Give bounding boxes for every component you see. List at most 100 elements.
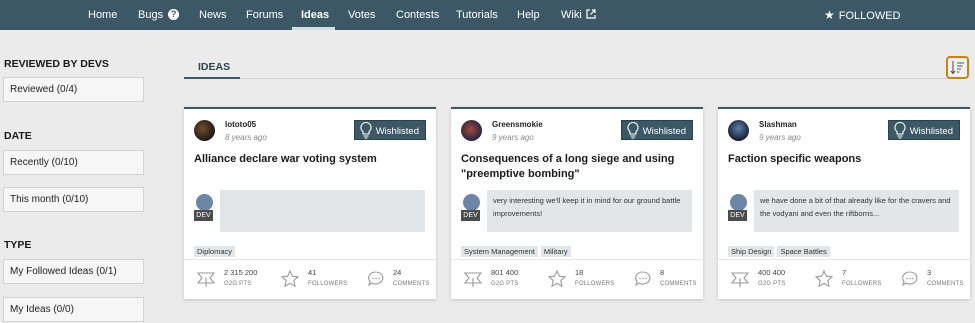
filter-reviewed[interactable]: Reviewed (0/4) [3, 77, 144, 102]
dev-badge: DEV [194, 210, 213, 221]
followers-value: 18 [575, 268, 584, 277]
g2g-points-icon [196, 272, 216, 287]
tag-list: System Management Military [461, 241, 574, 259]
followers-label: FOLLOWERS [575, 281, 615, 287]
points-label: G2G PTS [491, 281, 519, 287]
followers-value: 41 [308, 268, 317, 277]
g2g-points-icon [463, 272, 483, 287]
comments-value: 24 [393, 268, 402, 277]
nav-followed[interactable]: ★ FOLLOWED [824, 0, 901, 30]
comments-value: 3 [927, 268, 932, 277]
points-value: 801 400 [491, 268, 519, 277]
dev-avatar [463, 194, 480, 211]
comment-icon[interactable] [900, 269, 920, 289]
comments-label: COMMENTS [393, 281, 430, 287]
avatar [728, 120, 749, 141]
post-age: 9 years ago [759, 133, 801, 142]
wishlisted-label: Wishlisted [375, 126, 419, 137]
tag[interactable]: Ship Design [728, 246, 775, 257]
nav-news[interactable]: News [199, 0, 227, 30]
dev-comment: we have done a bit of that already like … [754, 190, 959, 232]
nav-wiki-label: Wiki [561, 9, 582, 21]
wishlisted-badge[interactable]: Wishlisted [353, 120, 426, 140]
tab-divider [184, 78, 965, 79]
filter-followed-ideas[interactable]: My Followed Ideas (0/1) [3, 259, 144, 284]
filter-my-ideas[interactable]: My Ideas (0/0) [3, 297, 144, 322]
type-heading: TYPE [4, 239, 32, 251]
dev-avatar [196, 194, 213, 211]
filter-recently[interactable]: Recently (0/10) [3, 150, 144, 175]
nav-home[interactable]: Home [88, 0, 117, 30]
sort-button[interactable] [946, 56, 969, 79]
nav-active-indicator [292, 27, 335, 30]
date-heading: DATE [4, 130, 32, 142]
nav-tutorials[interactable]: Tutorials [456, 0, 498, 30]
nav-help[interactable]: Help [517, 0, 540, 30]
author-name[interactable]: lototo05 [225, 120, 256, 129]
comment-icon[interactable] [633, 269, 653, 289]
followers-value: 7 [842, 268, 847, 277]
avatar [194, 120, 215, 141]
dev-badge: DEV [461, 210, 480, 221]
lightbulb-icon [894, 121, 906, 139]
tag[interactable]: Space Battles [777, 246, 830, 257]
card-stats: 801 400 G2G PTS 18 FOLLOWERS 8 COMMENTS [451, 259, 703, 299]
author-name[interactable]: Greensmokie [492, 120, 543, 129]
idea-title[interactable]: Alliance declare war voting system [194, 152, 429, 167]
wishlisted-badge[interactable]: Wishlisted [620, 120, 693, 140]
tag-list: Ship Design Space Battles [728, 241, 833, 259]
wishlisted-label: Wishlisted [642, 126, 686, 137]
dev-comment [220, 190, 425, 232]
nav-followed-label: FOLLOWED [838, 10, 901, 22]
nav-ideas[interactable]: Ideas [301, 0, 329, 30]
post-age: 9 years ago [492, 133, 534, 142]
dev-comment: very interesting we'll keep it in mind f… [487, 190, 692, 232]
wishlisted-label: Wishlisted [909, 126, 953, 137]
dev-avatar [730, 194, 747, 211]
dev-badge: DEV [728, 210, 747, 221]
star-icon: ★ [824, 8, 835, 22]
nav-wiki[interactable]: Wiki [561, 0, 596, 30]
post-age: 8 years ago [225, 133, 267, 142]
idea-title[interactable]: Consequences of a long siege and using "… [461, 152, 696, 182]
help-icon: ? [168, 9, 180, 20]
tag[interactable]: System Management [461, 246, 538, 257]
comments-label: COMMENTS [660, 281, 697, 287]
tag-list: Diplomacy [194, 241, 238, 259]
tag[interactable]: Diplomacy [194, 246, 236, 257]
nav-contests[interactable]: Contests [396, 0, 439, 30]
avatar [461, 120, 482, 141]
idea-card[interactable]: lototo05 8 years ago Wishlisted Alliance… [184, 107, 436, 299]
idea-title[interactable]: Faction specific weapons [728, 152, 963, 167]
star-outline-icon[interactable] [547, 269, 567, 289]
idea-card[interactable]: Greensmokie 9 years ago Wishlisted Conse… [451, 107, 703, 299]
lightbulb-icon [627, 121, 639, 139]
wishlisted-badge[interactable]: Wishlisted [887, 120, 960, 140]
comments-label: COMMENTS [927, 281, 964, 287]
followers-label: FOLLOWERS [308, 281, 348, 287]
card-stats: 2 315 200 G2G PTS 41 FOLLOWERS 24 COMMEN… [184, 259, 436, 299]
nav-bugs-label: Bugs [138, 9, 164, 21]
card-stats: 400 400 G2G PTS 7 FOLLOWERS 3 COMMENTS [718, 259, 970, 299]
comment-icon[interactable] [366, 269, 386, 289]
followers-label: FOLLOWERS [842, 281, 882, 287]
filter-this-month[interactable]: This month (0/10) [3, 187, 144, 212]
sort-icon [950, 61, 964, 75]
nav-bugs[interactable]: Bugs ? [138, 0, 180, 30]
g2g-points-icon [730, 272, 750, 287]
external-link-icon [586, 9, 596, 19]
tab-ideas[interactable]: IDEAS [198, 61, 230, 73]
comments-value: 8 [660, 268, 665, 277]
author-name[interactable]: Slashman [759, 120, 797, 129]
nav-votes[interactable]: Votes [348, 0, 376, 30]
star-outline-icon[interactable] [280, 269, 300, 289]
idea-card[interactable]: Slashman 9 years ago Wishlisted Faction … [718, 107, 970, 299]
star-outline-icon[interactable] [814, 269, 834, 289]
points-label: G2G PTS [758, 281, 786, 287]
top-nav: Home Bugs ? News Forums Ideas Votes Cont… [0, 0, 975, 30]
tag[interactable]: Military [540, 246, 571, 257]
nav-forums[interactable]: Forums [246, 0, 283, 30]
lightbulb-icon [360, 121, 372, 139]
points-value: 2 315 200 [224, 268, 258, 277]
tab-active-underline [184, 77, 240, 79]
